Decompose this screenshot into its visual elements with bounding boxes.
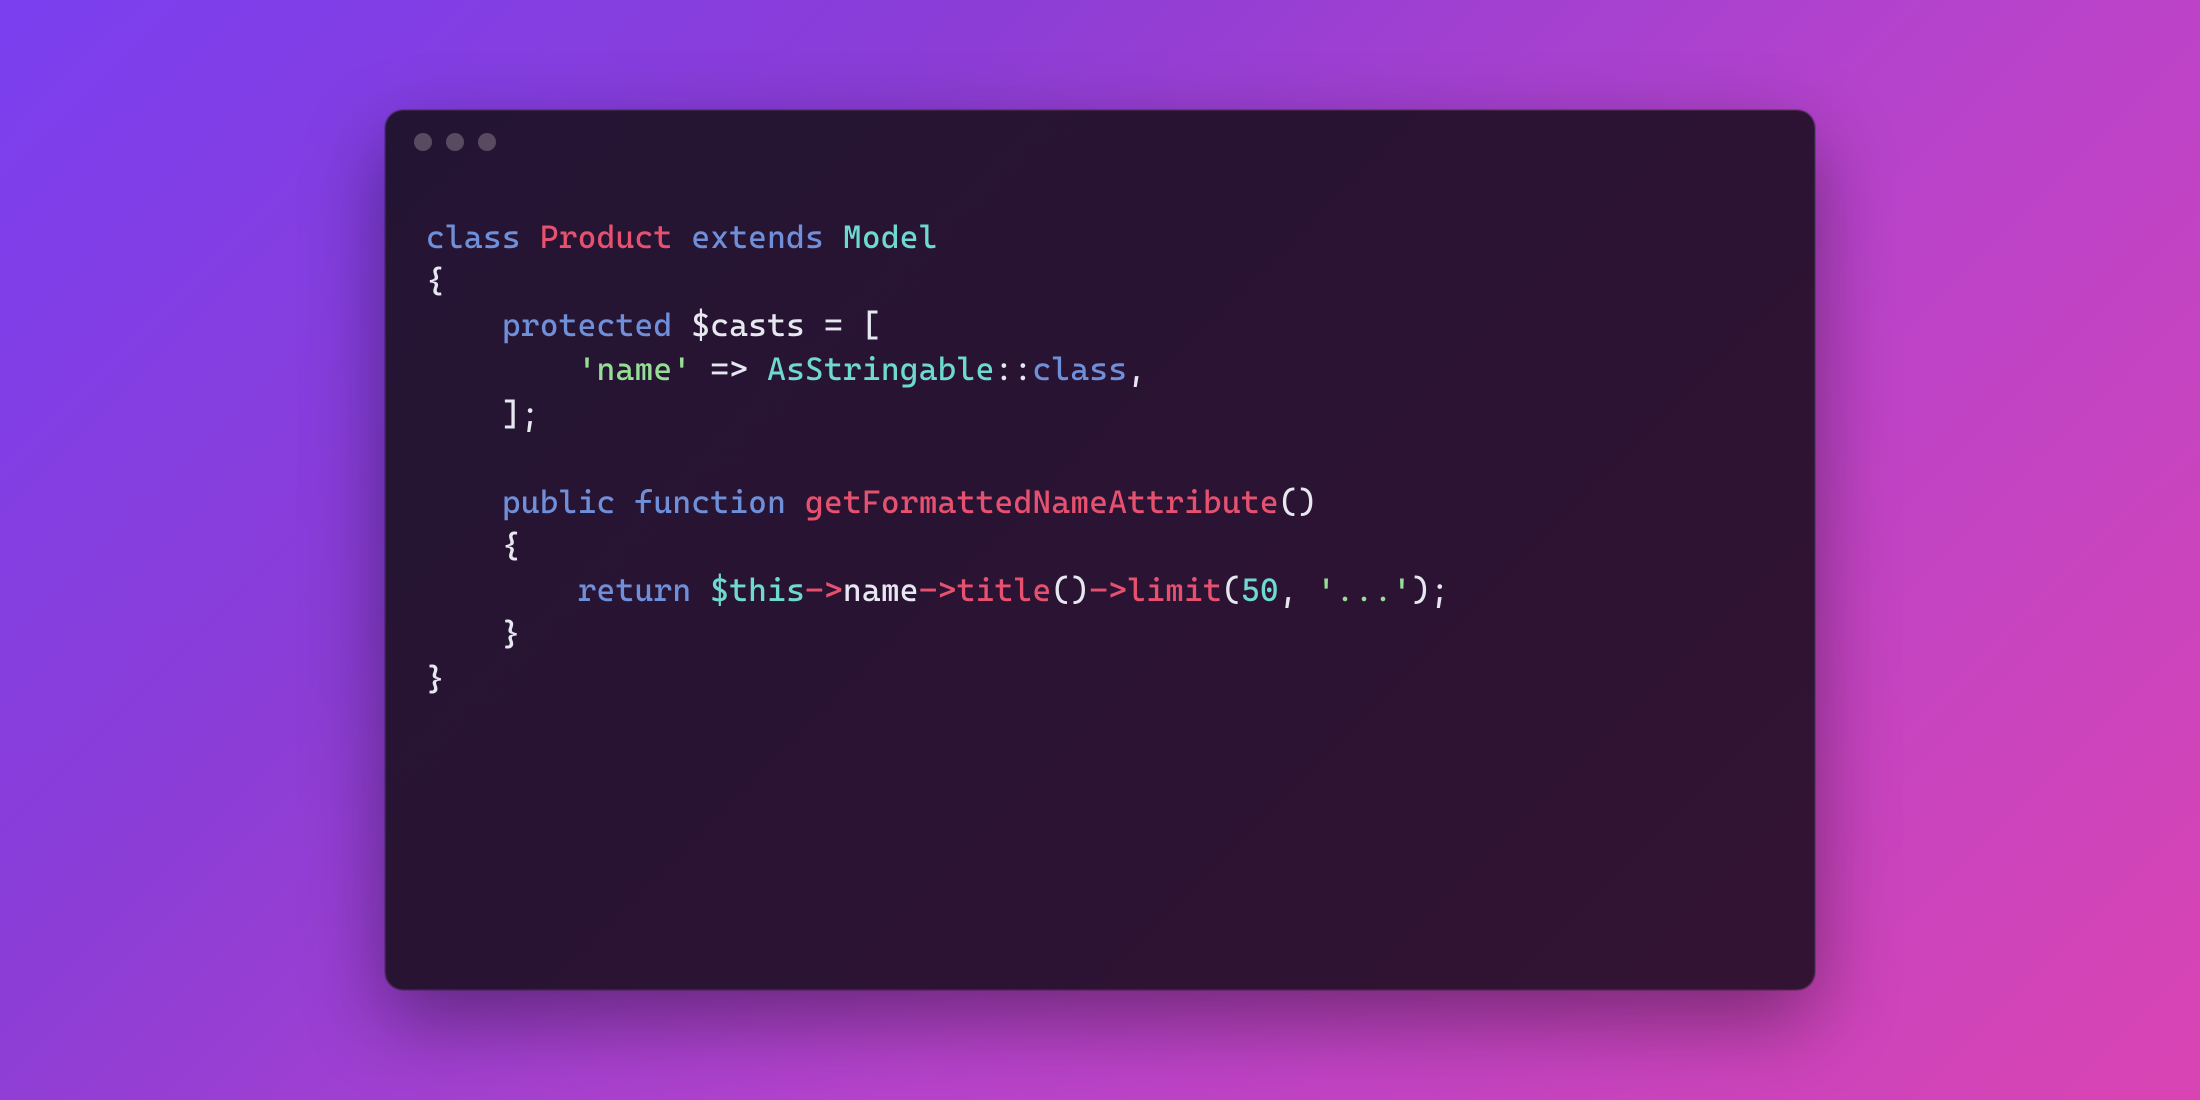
code-token: 'name' [578, 350, 692, 388]
code-token: return [578, 571, 711, 609]
code-token: protected [502, 306, 692, 344]
code-token: Model [843, 218, 938, 256]
code-token: function [634, 483, 805, 521]
code-token: :: [995, 350, 1033, 388]
code-token: $casts [691, 306, 805, 344]
code-token: ); [1411, 571, 1449, 609]
code-token [426, 483, 502, 521]
terminal-window: class Product extends Model { protected … [385, 110, 1815, 990]
window-close-dot[interactable] [414, 133, 432, 151]
code-token: , [1279, 571, 1317, 609]
code-token: } [426, 660, 445, 698]
code-token: class [1032, 350, 1127, 388]
code-token: { [426, 262, 445, 300]
code-token: $this [710, 571, 805, 609]
code-token: '...' [1317, 571, 1412, 609]
code-token: title [957, 571, 1052, 609]
code-token: extends [691, 218, 843, 256]
code-token: = [ [805, 306, 881, 344]
code-token [426, 306, 502, 344]
code-token: () [1279, 483, 1317, 521]
code-block: class Product extends Model { protected … [386, 173, 1814, 743]
window-titlebar [386, 111, 1814, 173]
code-token: => [691, 350, 767, 388]
code-token: -> [919, 571, 957, 609]
code-token: limit [1127, 571, 1222, 609]
code-token: public [502, 483, 635, 521]
code-token: { [426, 527, 521, 565]
code-token: class [426, 218, 540, 256]
code-token [426, 571, 578, 609]
code-token: 50 [1241, 571, 1279, 609]
code-token: Product [540, 218, 692, 256]
code-token: name [843, 571, 919, 609]
code-token: ]; [426, 395, 540, 433]
code-token: getFormattedNameAttribute [805, 483, 1279, 521]
window-maximize-dot[interactable] [478, 133, 496, 151]
code-token: , [1127, 350, 1146, 388]
window-minimize-dot[interactable] [446, 133, 464, 151]
code-token: } [426, 615, 521, 653]
code-token: -> [1089, 571, 1127, 609]
code-token: ( [1222, 571, 1241, 609]
code-token: -> [805, 571, 843, 609]
code-token [426, 350, 578, 388]
code-token: AsStringable [767, 350, 994, 388]
code-token: () [1051, 571, 1089, 609]
